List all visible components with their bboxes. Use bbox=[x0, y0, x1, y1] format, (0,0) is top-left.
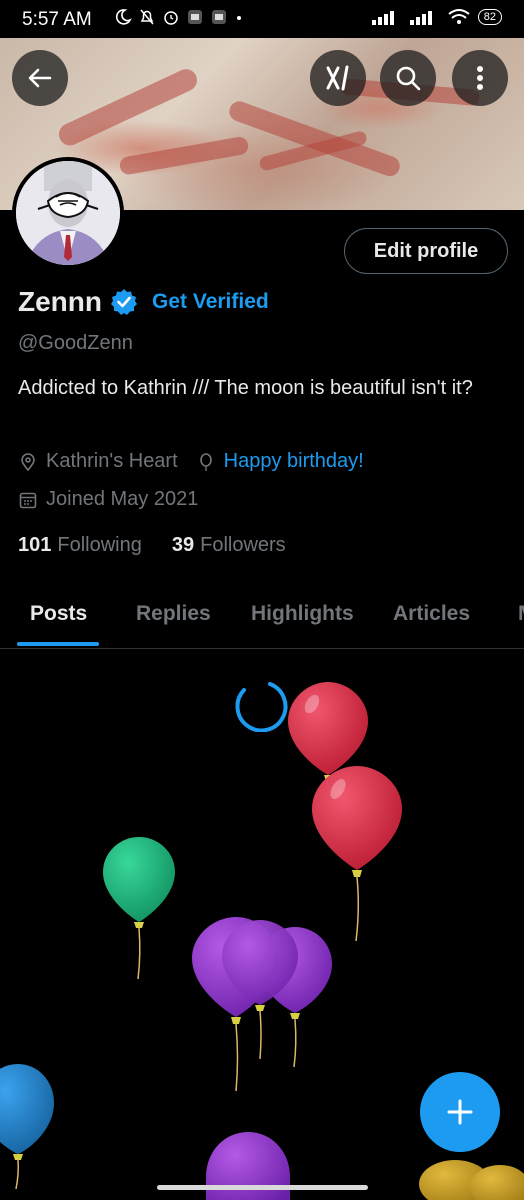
alarm-icon bbox=[164, 11, 178, 25]
following-label[interactable]: Following bbox=[57, 534, 141, 557]
bell-off-icon bbox=[140, 9, 154, 25]
follow-stats: 101 Following 39 Followers bbox=[18, 534, 286, 557]
profile-tabs: Posts Replies Highlights Articles M bbox=[0, 594, 524, 649]
status-icons bbox=[114, 8, 244, 26]
edit-profile-button[interactable]: Edit profile bbox=[344, 228, 508, 274]
tab-overflow[interactable]: M bbox=[518, 602, 524, 626]
name-row: Zennn Get Verified bbox=[18, 286, 269, 318]
get-verified-link[interactable]: Get Verified bbox=[152, 290, 269, 314]
balloon-gold bbox=[419, 1160, 524, 1200]
tab-replies[interactable]: Replies bbox=[136, 602, 211, 626]
calendar-icon bbox=[19, 492, 37, 508]
user-handle: @GoodZenn bbox=[18, 332, 133, 354]
display-name: Zennn bbox=[18, 286, 102, 317]
dot-icon bbox=[237, 16, 241, 20]
balloon-red-2 bbox=[312, 766, 402, 942]
avatar[interactable] bbox=[12, 157, 124, 269]
profile-meta-row: Kathrin's Heart Happy birthday! bbox=[18, 450, 364, 473]
tab-articles[interactable]: Articles bbox=[393, 602, 470, 626]
battery-indicator: 82 bbox=[477, 9, 502, 25]
home-indicator[interactable] bbox=[157, 1185, 368, 1190]
compose-post-button[interactable] bbox=[420, 1072, 500, 1152]
status-time: 5:57 AM bbox=[22, 9, 92, 30]
notification-app-icon bbox=[188, 10, 202, 24]
active-tab-indicator bbox=[17, 642, 99, 646]
wifi-icon bbox=[448, 9, 470, 24]
followers-label[interactable]: Followers bbox=[200, 534, 286, 557]
signal-icon bbox=[371, 11, 394, 25]
joined-text: Joined May 2021 bbox=[46, 488, 199, 510]
status-right: 82 bbox=[371, 9, 502, 25]
profile-bio: Addicted to Kathrin /// The moon is beau… bbox=[18, 377, 473, 399]
arrow-left-icon bbox=[28, 68, 52, 88]
balloon-blue bbox=[0, 1064, 54, 1190]
location-icon bbox=[21, 452, 35, 471]
birthday-link[interactable]: Happy birthday! bbox=[224, 450, 364, 473]
followers-count[interactable]: 39 bbox=[172, 534, 194, 557]
tab-highlights[interactable]: Highlights bbox=[251, 602, 354, 626]
avatar-image bbox=[16, 161, 120, 265]
location-text: Kathrin's Heart bbox=[46, 450, 178, 472]
signal-icon-2 bbox=[409, 11, 432, 25]
search-icon bbox=[396, 66, 421, 91]
moon-icon bbox=[115, 9, 132, 25]
more-button[interactable] bbox=[452, 50, 508, 106]
grok-button[interactable] bbox=[310, 50, 366, 106]
balloon-icon bbox=[199, 452, 212, 471]
notification-app-icon-2 bbox=[212, 10, 226, 24]
verified-badge-icon bbox=[111, 289, 137, 315]
status-bar: 5:57 AM 82 bbox=[0, 0, 524, 38]
tab-posts[interactable]: Posts bbox=[30, 602, 87, 626]
back-button[interactable] bbox=[12, 50, 68, 106]
search-button[interactable] bbox=[380, 50, 436, 106]
joined-row: Joined May 2021 bbox=[18, 488, 198, 511]
more-vertical-icon bbox=[477, 66, 483, 90]
grok-icon bbox=[326, 65, 349, 91]
balloon-green bbox=[103, 837, 175, 980]
plus-icon bbox=[447, 1099, 473, 1125]
following-count[interactable]: 101 bbox=[18, 534, 51, 557]
